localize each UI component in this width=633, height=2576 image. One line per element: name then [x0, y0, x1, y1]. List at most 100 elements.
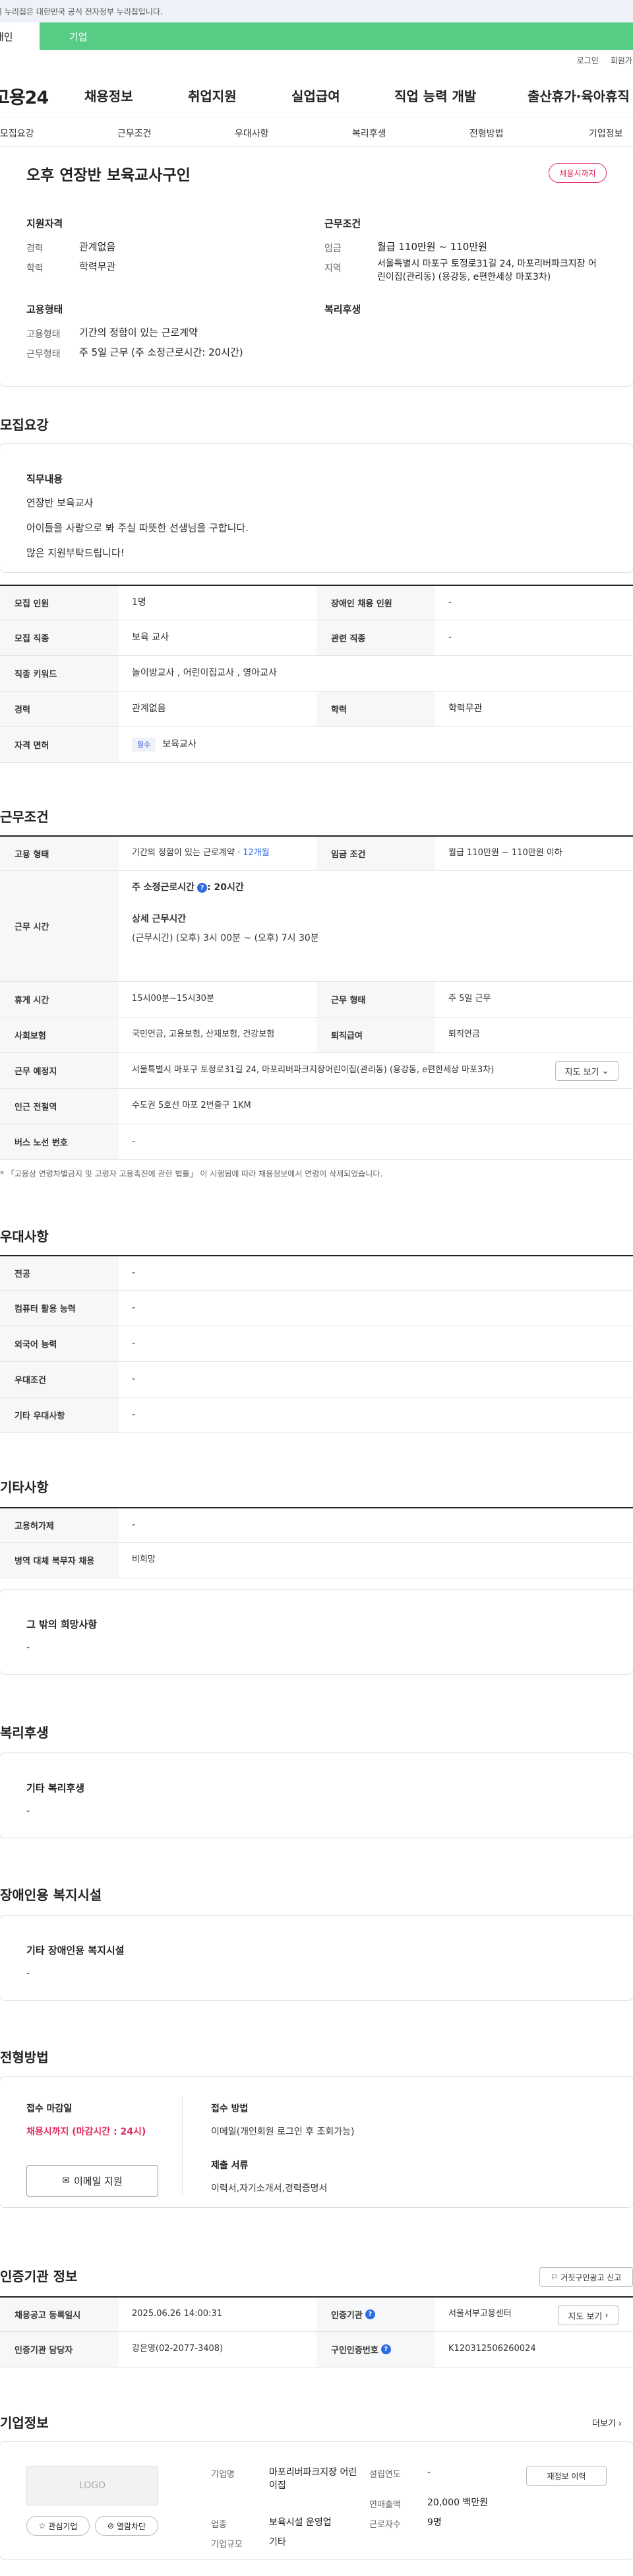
table-row: 병역 대체 복무자 채용 비희망 [0, 1543, 633, 1578]
table-row: 인근 전철역 수도권 5호선 마포 2번출구 1KM [0, 1089, 633, 1124]
login-link[interactable]: 로그인 [577, 55, 599, 66]
tab-preferences[interactable]: 우대사항 [235, 127, 269, 140]
table-row: 전공 - [0, 1255, 633, 1291]
etc-section-title: 기타사항 [0, 1479, 49, 1495]
emptype-value: 기간의 정함이 있는 근로계약 · [132, 848, 241, 858]
headcount-value: 1명 [132, 597, 146, 608]
license-value: 보육교사 [162, 739, 196, 750]
agency-label: 인증기관? [316, 2298, 435, 2331]
company-info-button[interactable]: 재정보 이력 [526, 2466, 607, 2486]
computer-label: 컴퓨터 활용 능력 [0, 1291, 119, 1326]
duty-line-3: 많은 지원부탁드립니다! [26, 547, 125, 559]
welfare-heading: 기타 복리후생 [26, 1782, 85, 1794]
site-logo[interactable]: 고용24 [0, 83, 49, 109]
table-row: 자격 면허 필수 보육교사 [0, 727, 633, 763]
method-value: 이메일(개인회원 로그인 후 조회가능) [211, 2127, 355, 2137]
keyword-value: 놀이방교사 , 어린이집교사 , 영아교사 [132, 668, 277, 679]
pref-condition-value: - [132, 1374, 136, 1385]
facility-value: - [26, 1967, 30, 1979]
industry-label: 업종 [211, 2520, 227, 2530]
education-value: 학력무관 [79, 261, 116, 273]
language-value: - [132, 1338, 136, 1349]
deadline-badge: 채용시까지 [549, 163, 607, 183]
tab-process[interactable]: 전형방법 [469, 127, 504, 140]
wage-label: 임금 조건 [316, 837, 435, 870]
severance-label: 퇴직급여 [316, 1017, 435, 1052]
duty-line-1: 연장반 보육교사 [26, 497, 94, 509]
duty-line-2: 아이들을 사랑으로 봐 주실 따뜻한 선생님을 구합니다. [26, 522, 249, 534]
tab-corporate[interactable]: 기업 [40, 22, 633, 50]
auth-value: K120312506260024 [448, 2344, 536, 2354]
reg-value: 2025.06.26 14:00:31 [132, 2309, 222, 2319]
severance-value: 퇴직연금 [448, 1029, 480, 1040]
tab-company[interactable]: 기업정보 [589, 127, 623, 140]
age-footnote: * 「고용상 연령차별금지 및 고령자 고용촉진에 관한 법률」 이 시행됨에 … [0, 1169, 383, 1178]
gnb-item-parental-leave[interactable]: 출산휴가·육아휴직 [528, 86, 630, 105]
gnb-item-jobs[interactable]: 채용정보 [84, 86, 133, 105]
disabled-label: 장애인 채용 인원 [316, 586, 435, 620]
table-row: 사회보험 국민연금, 고용보험, 산재보험, 건강보험 퇴직급여 퇴직연금 [0, 1017, 633, 1053]
facility-section-title: 장애인용 복지시설 [0, 1887, 102, 1903]
process-section-title: 전형방법 [0, 2049, 49, 2065]
experience-label: 경력 [0, 692, 119, 726]
tab-conditions[interactable]: 근무조건 [117, 127, 152, 140]
email-apply-button[interactable]: ✉ 이메일 지원 [26, 2165, 158, 2197]
wish-box: 그 밖의 희망사항 - [0, 1589, 633, 1675]
star-icon: ☆ [38, 2521, 46, 2530]
info-icon[interactable]: ? [365, 2309, 375, 2319]
duty-box: 직무내용 연장반 보육교사 아이들을 사랑으로 봐 주실 따뜻한 선생님을 구합… [0, 443, 633, 573]
company-name-value: 마포리버파크지장 어린이집 [269, 2467, 357, 2492]
career-label: 경력 [26, 243, 44, 254]
disabled-value: - [448, 597, 452, 608]
favorite-company-button[interactable]: ☆ 관심기업 [26, 2516, 90, 2536]
emptype-cell: 기간의 정함이 있는 근로계약 · 12개월 [119, 837, 316, 870]
related-label: 관련 직종 [316, 620, 435, 655]
gnb-item-unemployment-benefit[interactable]: 실업급여 [291, 86, 340, 105]
info-icon[interactable]: ? [197, 882, 208, 893]
manager-value: 강은영(02-2077-3408) [132, 2344, 224, 2354]
block-icon: ⊘ [107, 2521, 114, 2530]
signup-link[interactable]: 회원가입 [611, 55, 633, 66]
report-icon: ⚐ [551, 2272, 558, 2282]
info-icon[interactable]: ? [380, 2344, 391, 2354]
military-label: 병역 대체 복무자 채용 [0, 1543, 119, 1578]
more-link[interactable]: 더보기 › [592, 2416, 622, 2429]
language-label: 외국어 능력 [0, 1326, 119, 1361]
wish-value: - [26, 1641, 30, 1653]
related-value: - [448, 632, 452, 643]
block-company-button[interactable]: ⊘ 열람차단 [95, 2516, 158, 2536]
agency-map-button[interactable]: 지도 보기 › [558, 2305, 618, 2325]
section-tabs: 모집요강 근무조건 우대사항 복리후생 전형방법 기업정보 [0, 117, 633, 146]
education-label: 학력 [26, 263, 44, 274]
recruit-section-title: 모집요강 [0, 417, 49, 433]
job-label: 모집 직종 [0, 620, 119, 655]
welfare-section-title: 복리후생 [0, 1725, 49, 1741]
gnb-item-employment-support[interactable]: 취업지원 [188, 86, 237, 105]
license-label: 자격 면허 [0, 727, 119, 762]
tab-welfare[interactable]: 복리후생 [352, 127, 386, 140]
hours-total-label: 주 소정근로시간 [132, 882, 195, 893]
table-row: 인증기관 담당자 강은영(02-2077-3408) 구인인증번호? K1203… [0, 2332, 633, 2367]
job-summary-card: 오후 연장반 보육교사구인 채용시까지 지원자격 경력 관계없음 학력 학력무관… [0, 153, 633, 387]
duty-heading: 직무내용 [26, 473, 63, 485]
report-button[interactable]: ⚐ 거짓구인광고 신고 [539, 2267, 633, 2287]
tab-personal[interactable]: 개인 [0, 22, 40, 50]
emptype-label: 고용형태 [26, 329, 61, 340]
bus-value: - [132, 1136, 136, 1147]
keyword-label: 직종 키워드 [0, 656, 119, 691]
utility-links: 로그인 회원가입 [0, 50, 633, 70]
preferences-section-title: 우대사항 [0, 1229, 49, 1244]
map-button[interactable]: 지도 보기 ⌄ [555, 1061, 618, 1081]
size-label: 기업규모 [211, 2540, 243, 2550]
insurance-value: 국민연금, 고용보험, 산재보험, 건강보험 [132, 1029, 275, 1040]
gnb-item-skills[interactable]: 직업 능력 개발 [394, 86, 476, 105]
industry-value: 보육시설 운영업 [269, 2517, 332, 2528]
deadline-heading: 접수 마감일 [26, 2104, 73, 2114]
facility-heading: 기타 장애인용 복지시설 [26, 1945, 125, 1956]
company-box: LOGO ☆ 관심기업 ⊘ 열람차단 기업명 마포리버파크지장 어린이집 업종 보육… [0, 2441, 633, 2560]
table-row: 휴게 시간 15시00분~15시30분 근무 형태 주 5일 근무 [0, 982, 633, 1017]
qualification-heading: 지원자격 [26, 218, 63, 230]
tab-recruit[interactable]: 모집요강 [0, 127, 34, 140]
reg-label: 채용공고 등록일시 [0, 2298, 119, 2331]
docs-heading: 제출 서류 [211, 2160, 249, 2171]
